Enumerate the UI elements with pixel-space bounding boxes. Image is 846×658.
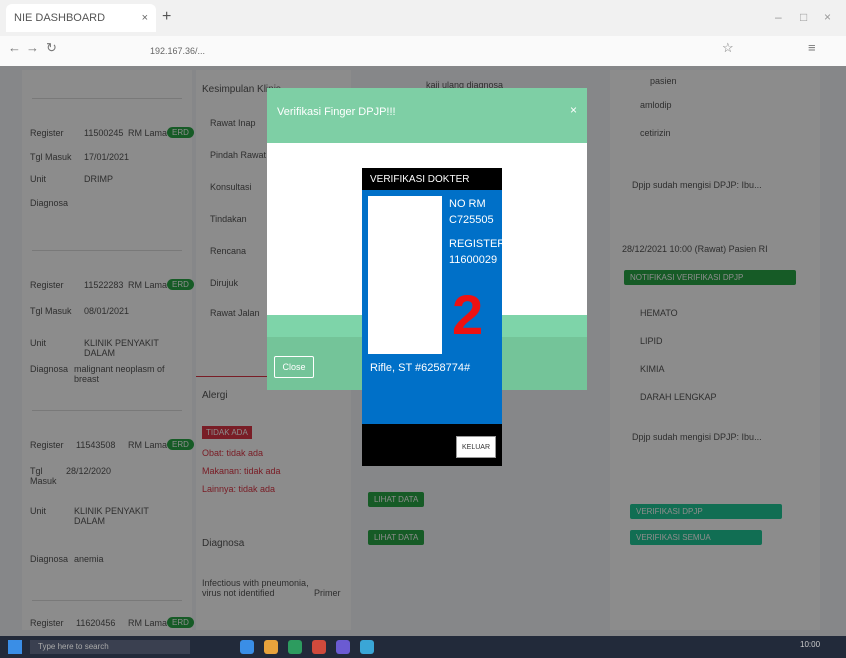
register-label: REGISTER bbox=[449, 238, 506, 250]
close-button[interactable]: Close bbox=[274, 356, 314, 378]
taskbar-app-icon[interactable] bbox=[264, 640, 278, 654]
bookmark-star-icon[interactable]: ☆ bbox=[722, 40, 734, 56]
verifikasi-dokter-header: VERIFIKASI DOKTER bbox=[362, 168, 502, 190]
new-tab-button[interactable]: + bbox=[162, 8, 171, 26]
taskbar-app-icon[interactable] bbox=[312, 640, 326, 654]
norm-value: C725505 bbox=[449, 214, 494, 226]
finger-modal-title: Verifikasi Finger DPJP!!! bbox=[277, 106, 396, 118]
register-value: 11600029 bbox=[449, 254, 498, 266]
forward-icon[interactable]: → bbox=[26, 40, 39, 55]
taskbar-app-icon[interactable] bbox=[240, 640, 254, 654]
taskbar-search-input[interactable]: Type here to search bbox=[30, 640, 190, 654]
verification-number: 2 bbox=[452, 283, 484, 346]
tab-title: NIE DASHBOARD bbox=[14, 12, 106, 24]
close-icon[interactable]: × bbox=[570, 103, 577, 117]
start-icon[interactable] bbox=[8, 640, 22, 654]
keluar-button[interactable]: KELUAR bbox=[456, 436, 496, 458]
url-input[interactable]: 192.167.36/... bbox=[150, 40, 740, 62]
tab-close-icon[interactable]: × bbox=[142, 12, 148, 24]
taskbar-app-icon[interactable] bbox=[288, 640, 302, 654]
taskbar-app-icon[interactable] bbox=[336, 640, 350, 654]
doctor-name: Rifle, ST #6258774# bbox=[370, 362, 471, 374]
back-icon[interactable]: ← bbox=[8, 40, 21, 55]
minimize-icon[interactable]: – bbox=[775, 10, 782, 24]
doctor-photo bbox=[368, 196, 442, 354]
close-window-icon[interactable]: × bbox=[824, 10, 831, 24]
maximize-icon[interactable]: □ bbox=[800, 10, 807, 24]
norm-label: NO RM bbox=[449, 198, 486, 210]
reload-icon[interactable]: ↻ bbox=[46, 40, 57, 56]
taskbar-app-icon[interactable] bbox=[360, 640, 374, 654]
menu-icon[interactable]: ≡ bbox=[808, 40, 816, 55]
taskbar-clock: 10:00 bbox=[800, 640, 821, 649]
browser-tab[interactable]: NIE DASHBOARD × bbox=[6, 4, 156, 32]
